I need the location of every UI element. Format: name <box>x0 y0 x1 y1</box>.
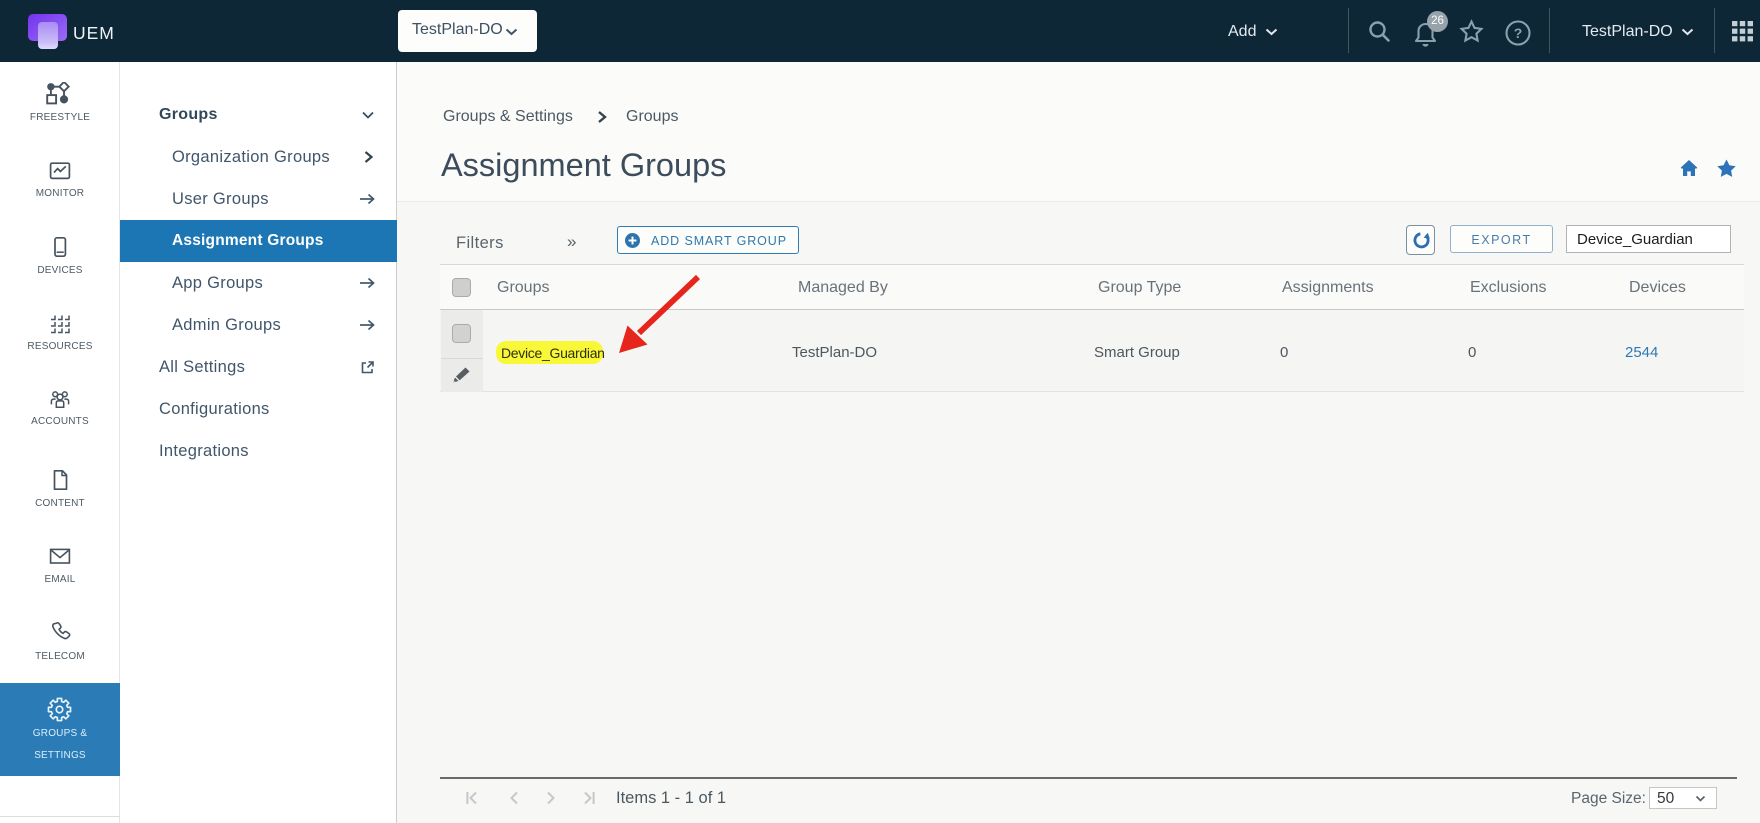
svg-text:?: ? <box>1514 25 1523 41</box>
